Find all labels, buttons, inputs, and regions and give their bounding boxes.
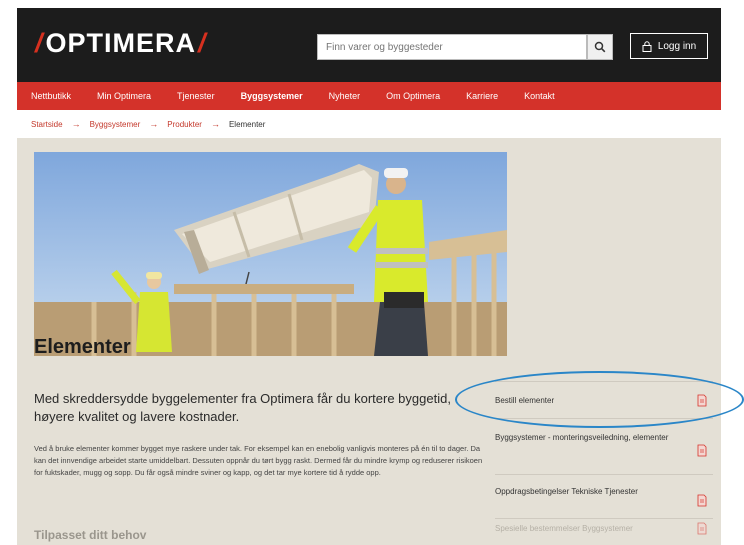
nav-item-nettbutikk[interactable]: Nettbutikk — [31, 91, 71, 101]
sidebar-link-oppdragsbetingelser[interactable]: Oppdragsbetingelser Tekniske Tjenester — [495, 486, 713, 512]
breadcrumb-byggsystemer[interactable]: Byggsystemer — [90, 120, 141, 129]
sidebar-link-spesielle-bestemmelser[interactable]: Spesielle bestemmelser Byggsystemer — [495, 522, 713, 539]
search-button[interactable] — [587, 34, 613, 60]
breadcrumb: Startside → Byggsystemer → Produkter → E… — [17, 110, 721, 138]
sidebar-link-label: Byggsystemer - monteringsveiledning, ele… — [495, 433, 669, 442]
breadcrumb-startside[interactable]: Startside — [31, 120, 63, 129]
pdf-icon — [697, 394, 707, 407]
sidebar-divider — [495, 518, 713, 519]
search-input[interactable] — [317, 34, 587, 60]
page: /OPTIMERA/ Logg inn Nettbutikk Min Optim… — [17, 8, 721, 545]
login-button[interactable]: Logg inn — [630, 33, 708, 59]
sidebar-divider — [495, 381, 713, 382]
sidebar-divider — [495, 418, 713, 419]
breadcrumb-produkter[interactable]: Produkter — [167, 120, 202, 129]
lock-icon — [642, 40, 652, 52]
arrow-right-icon: → — [149, 119, 159, 129]
section-heading: Tilpasset ditt behov — [34, 528, 147, 542]
nav-item-byggsystemer[interactable]: Byggsystemer — [241, 91, 303, 101]
lead-paragraph: Med skreddersydde byggelementer fra Opti… — [34, 391, 451, 424]
pdf-icon — [697, 494, 707, 507]
pdf-icon — [697, 444, 707, 457]
construction-workers-illustration — [34, 152, 507, 356]
arrow-right-icon: → — [71, 119, 81, 129]
sidebar-divider — [495, 474, 713, 475]
nav-item-min-optimera[interactable]: Min Optimera — [97, 91, 151, 101]
page-title: Elementer — [34, 336, 131, 358]
sidebar-link-label: Spesielle bestemmelser Byggsystemer — [495, 524, 633, 533]
body-paragraph: Ved å bruke elementer kommer bygget mye … — [34, 444, 483, 477]
main-nav: Nettbutikk Min Optimera Tjenester Byggsy… — [17, 82, 721, 110]
nav-item-kontakt[interactable]: Kontakt — [524, 91, 555, 101]
sidebar-link-monteringsveiledning[interactable]: Byggsystemer - monteringsveiledning, ele… — [495, 432, 713, 462]
nav-item-nyheter[interactable]: Nyheter — [329, 91, 361, 101]
login-label: Logg inn — [657, 40, 697, 52]
site-header: /OPTIMERA/ Logg inn — [17, 8, 721, 82]
sidebar-link-bestill-elementer[interactable]: Bestill elementer — [495, 394, 713, 415]
nav-item-karriere[interactable]: Karriere — [466, 91, 498, 101]
sidebar-link-label: Bestill elementer — [495, 396, 555, 405]
breadcrumb-current: Elementer — [228, 119, 266, 129]
arrow-right-icon: → — [210, 119, 220, 129]
nav-item-om-optimera[interactable]: Om Optimera — [386, 91, 440, 101]
search-icon — [594, 41, 606, 53]
sidebar-link-label: Oppdragsbetingelser Tekniske Tjenester — [495, 487, 638, 496]
nav-item-tjenester[interactable]: Tjenester — [177, 91, 215, 101]
hero-image — [34, 152, 507, 356]
optimera-logo[interactable]: /OPTIMERA/ — [33, 28, 209, 59]
pdf-icon — [697, 522, 707, 535]
